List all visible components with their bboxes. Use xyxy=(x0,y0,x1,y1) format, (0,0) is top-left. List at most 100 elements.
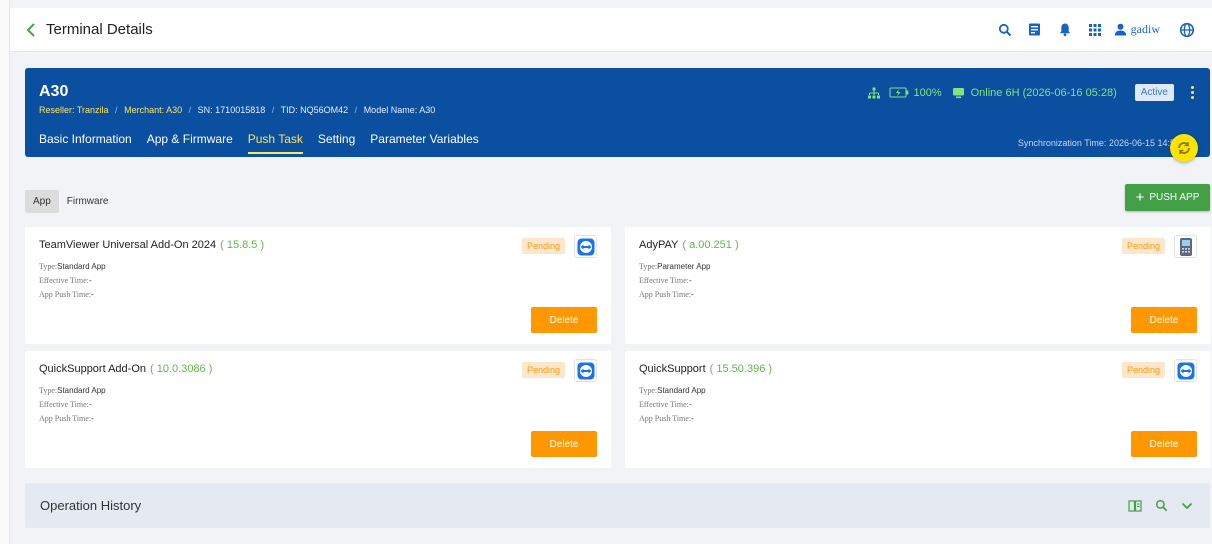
push-time: - xyxy=(691,290,694,299)
delete-button[interactable]: Delete xyxy=(1131,431,1197,457)
app-version: ( a.00.251 ) xyxy=(682,239,739,251)
history-actions xyxy=(1120,495,1198,517)
apps-grid-icon xyxy=(1088,23,1101,36)
refresh-button[interactable] xyxy=(1170,134,1198,162)
user-icon xyxy=(1114,23,1126,36)
subtab-app[interactable]: App xyxy=(25,190,59,213)
app-title: TeamViewer Universal Add-On 2024( 15.8.5… xyxy=(39,239,264,251)
tab-push-task[interactable]: Push Task xyxy=(247,132,303,154)
battery-charging-icon xyxy=(889,87,909,98)
app-name: TeamViewer Universal Add-On 2024 xyxy=(39,239,217,251)
apps-grid-button[interactable] xyxy=(1082,17,1108,43)
effective-time: - xyxy=(88,276,92,285)
refresh-icon xyxy=(1178,142,1190,154)
push-app-label: PUSH APP xyxy=(1149,192,1200,203)
push-time-row: App Push Time:- xyxy=(639,414,694,423)
operation-history-title: Operation History xyxy=(40,498,142,513)
app-title: QuickSupport( 15.50.396 ) xyxy=(639,363,772,375)
meta-separator: / xyxy=(271,105,275,115)
more-menu-button[interactable] xyxy=(1184,86,1200,99)
tab-app-firmware[interactable]: App & Firmware xyxy=(147,132,233,154)
sync-time: Synchronization Time: 2026-06-15 14:59 xyxy=(1017,138,1180,148)
push-task-card: TeamViewer Universal Add-On 2024( 15.8.5… xyxy=(25,227,611,344)
language-button[interactable] xyxy=(1174,17,1200,43)
app-type-row: Type:Standard App xyxy=(39,262,106,271)
username: gadiw xyxy=(1130,22,1160,36)
news-button[interactable] xyxy=(1022,17,1048,43)
push-time: - xyxy=(91,290,94,299)
app-name: AdyPAY xyxy=(639,239,679,251)
app-type: Standard App xyxy=(57,386,106,395)
merchant-link[interactable]: Merchant: A30 xyxy=(124,105,182,115)
tab-basic-information[interactable]: Basic Information xyxy=(39,132,132,154)
push-time-row: App Push Time:- xyxy=(39,290,94,299)
back-button[interactable] xyxy=(16,8,46,52)
app-type-row: Type:Standard App xyxy=(39,386,106,395)
globe-icon xyxy=(1179,22,1195,37)
pending-badge: Pending xyxy=(521,362,565,378)
chevron-down-icon xyxy=(1181,502,1193,509)
back-icon xyxy=(26,22,35,37)
model-name: Model Name: A30 xyxy=(363,105,436,115)
online-status: Online 6H (2026-06-16 05:28) xyxy=(970,86,1117,99)
app-icon-frame xyxy=(1174,235,1197,258)
delete-button[interactable]: Delete xyxy=(531,431,597,457)
terminal-header: A30 Reseller: Tranzila / Merchant: A30 /… xyxy=(25,68,1210,157)
history-guide-button[interactable] xyxy=(1124,495,1146,517)
pending-badge: Pending xyxy=(1121,238,1165,254)
meta-separator: / xyxy=(354,105,358,115)
network-tree-icon xyxy=(868,87,881,98)
pos-terminal-icon xyxy=(1179,237,1192,256)
pending-badge: Pending xyxy=(521,238,565,254)
terminal-meta: Reseller: Tranzila / Merchant: A30 / SN:… xyxy=(39,105,435,115)
app-version: ( 15.50.396 ) xyxy=(709,363,773,375)
search-button[interactable] xyxy=(992,17,1018,43)
serial-number: SN: 1710015818 xyxy=(197,105,266,115)
tab-parameter-variables[interactable]: Parameter Variables xyxy=(370,132,479,154)
push-app-button[interactable]: + PUSH APP xyxy=(1125,184,1210,211)
meta-separator: / xyxy=(115,105,118,115)
app-type: Parameter App xyxy=(657,262,711,271)
plus-icon: + xyxy=(1135,189,1145,206)
delete-button[interactable]: Delete xyxy=(531,307,597,333)
search-icon xyxy=(1155,499,1167,512)
app-name: QuickSupport xyxy=(639,363,706,375)
app-icon-frame xyxy=(574,235,597,258)
battery-level: 100% xyxy=(913,86,942,99)
status-badge: Active xyxy=(1134,84,1174,101)
effective-time: - xyxy=(688,276,692,285)
teamviewer-icon xyxy=(577,238,594,255)
news-icon xyxy=(1029,23,1041,36)
effective-time: - xyxy=(88,400,92,409)
operation-history-panel[interactable]: Operation History xyxy=(25,483,1210,528)
effective-time-row: Effective Time:- xyxy=(39,400,92,409)
notifications-button[interactable] xyxy=(1052,17,1078,43)
app-version: ( 15.8.5 ) xyxy=(220,239,265,251)
tab-setting[interactable]: Setting xyxy=(318,132,355,154)
terminal-id: TID: NQ56OM42 xyxy=(280,105,349,115)
history-search-button[interactable] xyxy=(1150,495,1172,517)
reseller-link[interactable]: Reseller: Tranzila xyxy=(39,105,109,115)
push-time: - xyxy=(91,414,94,423)
app-type: Standard App xyxy=(657,386,706,395)
effective-time: - xyxy=(688,400,692,409)
app-version: ( 10.0.3086 ) xyxy=(150,363,213,375)
app-icon-frame xyxy=(574,359,597,382)
app-title: QuickSupport Add-On( 10.0.3086 ) xyxy=(39,363,212,375)
history-expand-button[interactable] xyxy=(1176,495,1198,517)
monitor-icon xyxy=(952,87,964,98)
app-title: AdyPAY( a.00.251 ) xyxy=(639,239,739,251)
push-task-card: AdyPAY( a.00.251 ) Type:Parameter App Ef… xyxy=(625,227,1211,344)
app-type-row: Type:Parameter App xyxy=(639,262,711,271)
terminal-name: A30 xyxy=(39,83,69,100)
effective-time-row: Effective Time:- xyxy=(639,400,692,409)
subtab-firmware[interactable]: Firmware xyxy=(59,190,117,213)
app-type-row: Type:Standard App xyxy=(639,386,706,395)
app-type: Standard App xyxy=(57,262,106,271)
app-firmware-subtabs: App Firmware xyxy=(25,190,116,213)
user-menu[interactable]: gadiw xyxy=(1114,22,1170,37)
delete-button[interactable]: Delete xyxy=(1131,307,1197,333)
page-title: Terminal Details xyxy=(46,21,153,38)
effective-time-row: Effective Time:- xyxy=(639,276,692,285)
app-icon-frame xyxy=(1174,359,1197,382)
